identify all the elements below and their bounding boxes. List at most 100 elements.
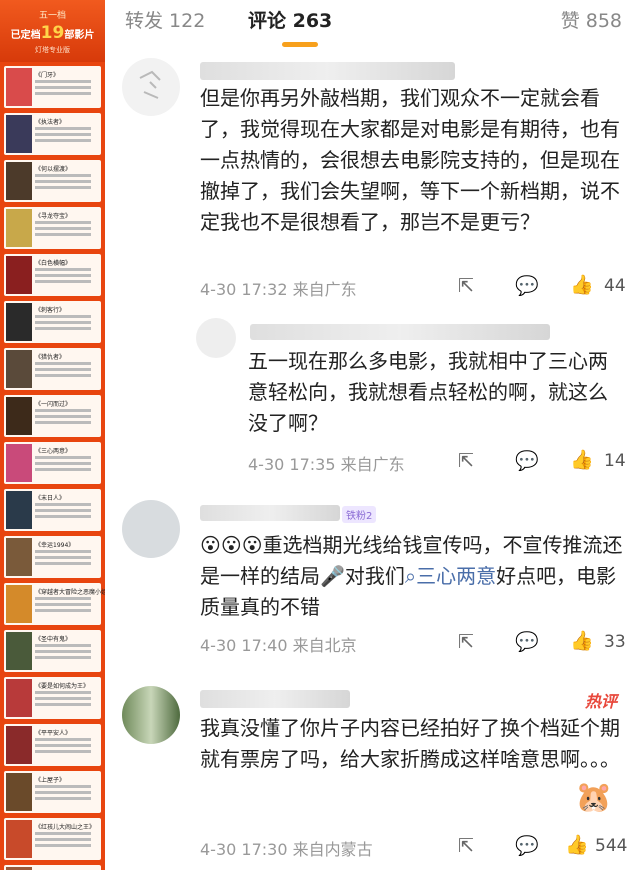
avatar[interactable] [122, 58, 180, 116]
movie-card[interactable]: 《穿越者大冒险之恶魔小姐》 [4, 583, 105, 625]
movie-poster [6, 350, 32, 388]
movie-title: 《平平安人》 [35, 730, 72, 737]
movie-card[interactable]: 《一闪而过》 [4, 395, 101, 437]
share-icon[interactable]: ⇱ [458, 451, 474, 471]
reply-icon[interactable]: 💬 [515, 276, 539, 296]
movie-title: 《执法者》 [35, 119, 66, 126]
movie-title: 《一闪而过》 [35, 401, 72, 408]
movie-card[interactable]: 《猎仇者》 [4, 348, 101, 390]
movie-card[interactable]: 《刺客行》 [4, 301, 101, 343]
share-icon[interactable]: ⇱ [458, 632, 474, 652]
movie-poster [6, 256, 32, 294]
movie-card[interactable]: 《你我他》 [4, 865, 101, 870]
movie-card[interactable]: 《平平安人》 [4, 724, 101, 766]
movie-meta [35, 268, 91, 271]
movie-title: 《穿越者大冒险之恶魔小姐》 [35, 589, 105, 596]
like-count: 14 [604, 451, 626, 471]
movie-card[interactable]: 《三心两意》 [4, 442, 101, 484]
comment-time: 4-30 17:30 来自内蒙古 [200, 840, 373, 859]
movie-card[interactable]: 《幸运1994》 [4, 536, 101, 578]
reply-icon[interactable]: 💬 [515, 836, 539, 856]
movie-meta [35, 738, 91, 741]
like-icon[interactable]: 👍 [570, 450, 594, 470]
avatar-sketch-icon [139, 70, 161, 99]
movie-card[interactable]: 《圣中有鬼》 [4, 630, 101, 672]
movie-poster [6, 726, 32, 764]
like-count: 33 [604, 632, 626, 652]
mic-emoji: 🎤 [320, 564, 345, 588]
comment-text: 但是你再另外敲档期，我们观众不一定就会看了，我觉得现在大家都是对电影是有期待，也… [200, 86, 620, 234]
search-icon: ⌕ [404, 564, 417, 588]
share-icon[interactable]: ⇱ [458, 276, 474, 296]
movie-meta [35, 832, 91, 835]
movie-poster [6, 585, 32, 623]
movie-meta [35, 362, 91, 365]
username-redacted[interactable] [200, 690, 350, 708]
movie-title: 《门牙》 [35, 72, 60, 79]
username-redacted[interactable] [200, 62, 455, 80]
movie-title: 《圣中有鬼》 [35, 636, 72, 643]
banner-unit: 部影片 [64, 30, 95, 41]
movie-poster [6, 209, 32, 247]
movie-poster [6, 538, 32, 576]
active-tab-indicator [282, 42, 318, 47]
movie-title: 《红孩儿大闹山之王》 [35, 824, 96, 831]
movie-poster [6, 68, 32, 106]
comment-time: 4-30 17:40 来自北京 [200, 636, 357, 655]
movie-card[interactable]: 《何以摆渡》 [4, 160, 101, 202]
fan-badge: 铁粉2 [342, 506, 377, 523]
movie-poster [6, 820, 32, 858]
like-icon[interactable]: 👍 [570, 275, 594, 295]
movie-title: 《猎仇者》 [35, 354, 66, 361]
movie-card[interactable]: 《红孩儿大闹山之王》 [4, 818, 101, 860]
movie-title: 《白色横幅》 [35, 260, 72, 267]
tab-likes[interactable]: 赞 858 [561, 6, 622, 33]
comment-text: 五一现在那么多电影，我就相中了三心两意轻松向，我就想看点轻松的啊，就这么没了啊？ [248, 349, 608, 435]
movie-meta [35, 409, 91, 412]
like-icon[interactable]: 👍 [570, 631, 594, 651]
movie-poster [6, 444, 32, 482]
like-icon[interactable]: 👍 [565, 835, 589, 855]
banner-headline: 已定档19部影片 [0, 23, 105, 43]
movie-link[interactable]: ⌕三心两意 [405, 564, 496, 588]
movie-meta [35, 550, 91, 553]
banner-top: 五一档 [38, 11, 66, 21]
movie-meta [35, 785, 91, 788]
avatar[interactable] [122, 500, 180, 558]
movie-card[interactable]: 《寻龙夺宝》 [4, 207, 101, 249]
emoji: 😮😮😮 [200, 533, 263, 557]
movie-title: 《上屋子》 [35, 777, 66, 784]
movie-card[interactable]: 《要是如何成为王》 [4, 677, 101, 719]
movie-title: 《何以摆渡》 [35, 166, 72, 173]
movie-meta [35, 644, 91, 647]
reply-icon[interactable]: 💬 [515, 632, 539, 652]
movie-poster [6, 679, 32, 717]
tab-bar: 转发 122 评论 263 赞 858 [105, 0, 640, 50]
movie-meta [35, 456, 91, 459]
banner-main: 已定档 [10, 30, 41, 41]
avatar[interactable] [196, 318, 236, 358]
movie-card[interactable]: 《上屋子》 [4, 771, 101, 813]
tab-repost[interactable]: 转发 122 [125, 6, 205, 33]
movie-title: 《要是如何成为王》 [35, 683, 90, 690]
movie-meta [35, 127, 91, 130]
movie-card[interactable]: 《门牙》 [4, 66, 101, 108]
reply-icon[interactable]: 💬 [515, 451, 539, 471]
username-redacted[interactable] [200, 505, 340, 521]
movie-poster [6, 303, 32, 341]
movie-title: 《寻龙夺宝》 [35, 213, 72, 220]
movie-card[interactable]: 《末日人》 [4, 489, 101, 531]
movie-poster [6, 491, 32, 529]
movie-poster [6, 632, 32, 670]
hot-comment-badge: 热评 [585, 692, 618, 711]
share-icon[interactable]: ⇱ [458, 836, 474, 856]
movie-poster [6, 397, 32, 435]
movie-link-label: 三心两意 [416, 564, 497, 588]
movie-card[interactable]: 《执法者》 [4, 113, 101, 155]
like-count: 44 [604, 276, 626, 296]
tab-comments[interactable]: 评论 263 [248, 6, 332, 33]
movie-card[interactable]: 《白色横幅》 [4, 254, 101, 296]
avatar[interactable] [122, 686, 180, 744]
username-redacted[interactable] [250, 324, 550, 340]
comment-text-part: 对我们 [344, 564, 405, 588]
